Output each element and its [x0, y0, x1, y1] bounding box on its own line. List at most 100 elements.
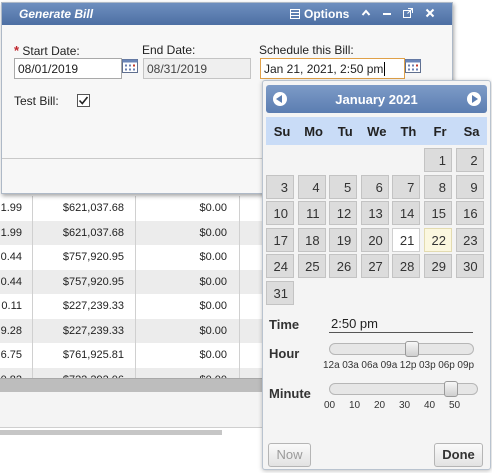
calendar-day[interactable]: 31 [266, 281, 294, 305]
calendar-day[interactable]: 13 [360, 201, 389, 226]
test-bill-label: Test Bill: [14, 94, 59, 108]
start-date-label: * Start Date: [14, 43, 80, 58]
close-icon[interactable] [422, 6, 438, 22]
hour-tick: 09a [380, 360, 398, 371]
table-cell: 6.75 [0, 343, 33, 368]
minute-label: Minute [269, 386, 311, 401]
table-cell: $0.00 [136, 196, 240, 221]
table-cell: $227,239.33 [33, 318, 136, 343]
table-row[interactable]: 0.44 $757,920.95 $0.00 [0, 245, 265, 270]
table-cell: $621,037.68 [33, 220, 136, 245]
minimize-icon[interactable] [379, 6, 395, 22]
popout-icon[interactable] [400, 6, 416, 22]
schedule-bill-input[interactable]: Jan 21, 2021, 2:50 pm [260, 58, 405, 79]
calendar-icon[interactable] [405, 58, 421, 74]
calendar-icon[interactable] [122, 58, 138, 74]
calendar-day[interactable]: 2 [455, 148, 484, 172]
hour-slider-handle[interactable] [404, 341, 419, 357]
calendar-day[interactable]: 19 [329, 227, 358, 252]
calendar-day[interactable]: 30 [455, 254, 484, 279]
calendar-day[interactable]: 26 [329, 254, 358, 279]
calendar-day[interactable]: 12 [329, 201, 358, 226]
calendar-day[interactable]: 3 [266, 174, 294, 199]
calendar-day[interactable]: 8 [424, 174, 452, 199]
table-cell: $0.00 [136, 269, 240, 294]
table-cell: $757,920.95 [33, 269, 136, 294]
options-grid-icon [290, 9, 300, 19]
grid-footer [0, 392, 265, 428]
weekday-label: Tu [337, 124, 353, 139]
table-cell: $761,925.81 [33, 343, 136, 368]
calendar-day[interactable]: 10 [266, 201, 294, 226]
hour-tick: 06a [361, 360, 379, 371]
calendar-day[interactable]: 14 [392, 201, 421, 226]
time-label: Time [269, 317, 300, 332]
calendar-day[interactable]: 1 [424, 148, 452, 172]
table-row[interactable]: 1.99 $621,037.68 $0.00 [0, 220, 265, 245]
table-row[interactable]: 6.75 $761,925.81 $0.00 [0, 343, 265, 368]
dialog-title: Generate Bill [19, 7, 94, 21]
grid-horizontal-scrollbar[interactable] [0, 378, 265, 392]
table-cell: $227,239.33 [33, 294, 136, 319]
calendar-day[interactable]: 29 [424, 254, 452, 279]
table-cell: $621,037.68 [33, 196, 136, 221]
dialog-title-bar[interactable]: Generate Bill Options [2, 3, 452, 25]
checkmark-icon [78, 96, 89, 105]
calendar-day[interactable]: 27 [360, 254, 389, 279]
weekday-label: Sa [463, 124, 480, 139]
schedule-bill-label: Schedule this Bill: [259, 43, 354, 57]
table-row[interactable]: 1.99 $621,037.68 $0.00 [0, 196, 265, 221]
calendar-day[interactable]: 18 [297, 227, 326, 252]
table-row[interactable]: 9.28 $227,239.33 $0.00 [0, 318, 265, 343]
page-scrollbar[interactable] [0, 430, 222, 435]
minute-slider[interactable] [329, 381, 478, 397]
text-cursor [384, 62, 386, 76]
calendar-day[interactable]: 20 [360, 227, 389, 252]
weekday-label: We [367, 124, 387, 139]
table-row[interactable]: 0.11 $227,239.33 $0.00 [0, 294, 265, 319]
table-cell: $0.00 [136, 245, 240, 270]
next-month-button[interactable] [467, 92, 481, 106]
minute-tick: 20 [374, 400, 386, 411]
calendar-day[interactable]: 7 [392, 174, 421, 199]
now-button[interactable]: Now [268, 443, 311, 467]
hour-tick: 12p [399, 360, 417, 371]
calendar-day[interactable]: 21 [392, 227, 421, 252]
calendar-day[interactable]: 16 [455, 201, 484, 226]
test-bill-checkbox[interactable] [77, 94, 90, 107]
start-date-input[interactable]: 08/01/2019 [14, 58, 122, 79]
calendar-day[interactable]: 23 [455, 227, 484, 252]
chevron-right-icon [472, 95, 478, 103]
calendar-day[interactable]: 17 [266, 227, 294, 252]
minute-tick: 30 [399, 400, 411, 411]
hour-tick: 12a [323, 360, 340, 371]
table-cell: $0.00 [136, 220, 240, 245]
calendar-day[interactable]: 6 [360, 174, 389, 199]
hour-slider[interactable] [329, 341, 474, 357]
calendar-day[interactable]: 4 [297, 174, 326, 199]
table-cell: $0.00 [136, 294, 240, 319]
date-time-picker: January 2021 Su Mo Tu We Th Fr Sa 1 2 3 4 5 6 7 8 9 10 1… [262, 80, 491, 470]
calendar-day[interactable]: 5 [329, 174, 358, 199]
end-date-input: 08/31/2019 [143, 58, 251, 79]
calendar-day[interactable]: 9 [455, 174, 484, 199]
weekday-label: Mo [304, 124, 323, 139]
calendar-day[interactable]: 11 [297, 201, 326, 226]
chevron-up-icon[interactable] [358, 6, 374, 22]
done-button[interactable]: Done [434, 443, 483, 467]
options-label: Options [304, 7, 350, 21]
table-cell: $757,920.95 [33, 245, 136, 270]
table-cell: 0.44 [0, 269, 33, 294]
table-row[interactable]: 0.44 $757,920.95 $0.00 [0, 269, 265, 294]
minute-slider-handle[interactable] [444, 381, 459, 397]
table-cell: 0.44 [0, 245, 33, 270]
calendar-day[interactable]: 24 [266, 254, 294, 279]
table-cell: $0.00 [136, 318, 240, 343]
calendar-day[interactable]: 22 [424, 227, 452, 252]
calendar-day[interactable]: 25 [297, 254, 326, 279]
calendar-day[interactable]: 15 [424, 201, 452, 226]
options-button[interactable]: Options [290, 6, 349, 22]
end-date-label: End Date: [142, 43, 196, 57]
calendar-day[interactable]: 28 [392, 254, 421, 279]
hour-tick: 06p [438, 360, 455, 371]
